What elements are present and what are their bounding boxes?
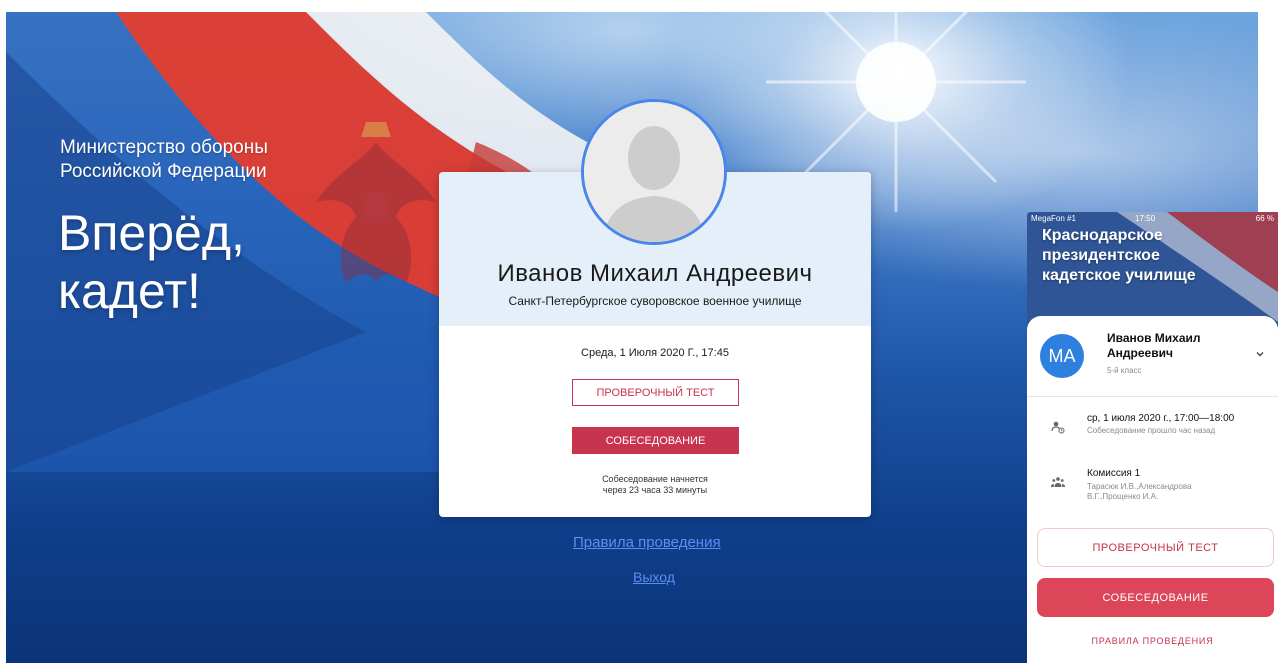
slogan: Вперёд, кадет! — [58, 204, 245, 320]
slogan-line: кадет! — [58, 263, 201, 319]
phone-content-sheet: МА Иванов Михаил Андреевич 5-й класс ср,… — [1027, 316, 1278, 664]
ministry-line: Министерство обороны — [60, 137, 268, 158]
profile-name-line: Андреевич — [1107, 346, 1173, 360]
rules-link[interactable]: Правила проведения — [573, 534, 721, 551]
phone-interview-button[interactable]: СОБЕСЕДОВАНИЕ — [1037, 578, 1274, 617]
interview-button[interactable]: СОБЕСЕДОВАНИЕ — [572, 427, 739, 454]
countdown-line: через 23 часа 33 минуты — [602, 485, 708, 495]
commission-members-line: В.Г.,Прощенко И.А. — [1087, 492, 1159, 501]
commission-members: Тарасюк И.В.,Александрова В.Г.,Прощенко … — [1087, 482, 1257, 502]
divider — [1027, 396, 1278, 397]
phone-test-button[interactable]: ПРОВЕРОЧНЫЙ ТЕСТ — [1037, 528, 1274, 567]
profile-grade: 5-й класс — [1107, 366, 1142, 375]
countdown-line: Собеседование начнется — [602, 474, 708, 484]
avatar: МА — [1040, 334, 1084, 378]
school-title-line: президентское — [1042, 247, 1160, 264]
interview-datetime: Среда, 1 Июля 2020 Г., 17:45 — [581, 347, 729, 359]
phone-screen: MegaFon #1 17:50 66 % Краснодарское през… — [1027, 212, 1278, 664]
test-button[interactable]: ПРОВЕРОЧНЫЙ ТЕСТ — [572, 379, 739, 406]
commission-name: Комиссия 1 — [1087, 468, 1141, 479]
status-time: 17:50 — [1135, 214, 1156, 223]
schedule-status: Собеседование прошло час назад — [1087, 426, 1216, 435]
school-title-line: кадетское училище — [1042, 267, 1196, 284]
slogan-line: Вперёд, — [58, 205, 245, 261]
carrier-name: MegaFon #1 — [1031, 214, 1076, 223]
interview-countdown: Собеседование начнется через 23 часа 33 … — [439, 474, 871, 496]
ministry-title: Министерство обороны Российской Федераци… — [60, 136, 268, 184]
schedule-icon — [1051, 421, 1065, 434]
school-title-line: Краснодарское — [1042, 227, 1163, 244]
candidate-name: Иванов Михаил Андреевич — [497, 260, 813, 287]
school-title: Краснодарское президентское кадетское уч… — [1042, 226, 1272, 286]
avatar-placeholder — [581, 99, 727, 245]
eagle-emblem — [316, 122, 436, 282]
commission-group-icon — [1051, 477, 1065, 487]
exit-link[interactable]: Выход — [633, 569, 675, 585]
status-bar: MegaFon #1 17:50 66 % — [1031, 214, 1274, 226]
commission-members-line: Тарасюк И.В.,Александрова — [1087, 482, 1192, 491]
profile-name: Иванов Михаил Андреевич — [1107, 331, 1247, 361]
battery-level: 66 % — [1255, 214, 1274, 223]
schedule-date: ср, 1 июля 2020 г., 17:00—18:00 — [1087, 413, 1235, 424]
user-silhouette-icon — [584, 102, 724, 242]
school-name: Санкт-Петербургское суворовское военное … — [508, 294, 802, 308]
profile-name-line: Иванов Михаил — [1107, 331, 1201, 345]
phone-rules-link[interactable]: ПРАВИЛА ПРОВЕДЕНИЯ — [1027, 636, 1278, 646]
ministry-line: Российской Федерации — [60, 161, 267, 182]
chevron-down-icon[interactable] — [1254, 348, 1266, 360]
